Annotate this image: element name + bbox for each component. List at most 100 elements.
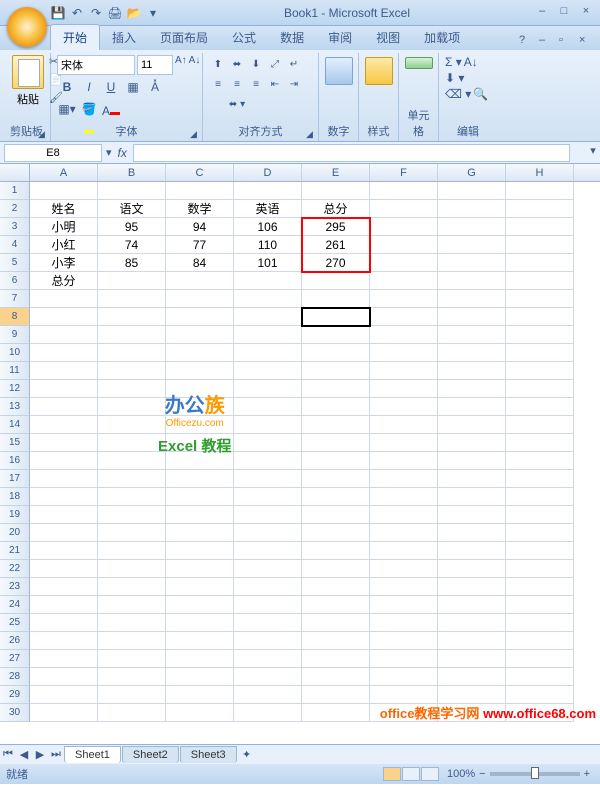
- row-header-5[interactable]: 5: [0, 254, 30, 272]
- tab-review[interactable]: 审阅: [316, 25, 364, 50]
- col-header-D[interactable]: D: [234, 164, 302, 181]
- cell-A24[interactable]: [30, 596, 98, 614]
- cell-A22[interactable]: [30, 560, 98, 578]
- cell-B18[interactable]: [98, 488, 166, 506]
- cell-D3[interactable]: 106: [234, 218, 302, 236]
- tab-view[interactable]: 视图: [364, 25, 412, 50]
- close-button[interactable]: ×: [577, 5, 595, 21]
- cell-B24[interactable]: [98, 596, 166, 614]
- cell-E8[interactable]: [302, 308, 370, 326]
- cell-F3[interactable]: [370, 218, 438, 236]
- clear-icon[interactable]: ⌫ ▾: [445, 87, 471, 101]
- cell-A7[interactable]: [30, 290, 98, 308]
- row-header-10[interactable]: 10: [0, 344, 30, 362]
- cell-G19[interactable]: [438, 506, 506, 524]
- cell-G17[interactable]: [438, 470, 506, 488]
- cell-G6[interactable]: [438, 272, 506, 290]
- cell-C28[interactable]: [166, 668, 234, 686]
- cell-H11[interactable]: [506, 362, 574, 380]
- row-header-2[interactable]: 2: [0, 200, 30, 218]
- cell-H17[interactable]: [506, 470, 574, 488]
- cell-G2[interactable]: [438, 200, 506, 218]
- cell-F13[interactable]: [370, 398, 438, 416]
- cell-C7[interactable]: [166, 290, 234, 308]
- cell-F23[interactable]: [370, 578, 438, 596]
- cell-F5[interactable]: [370, 254, 438, 272]
- cell-F21[interactable]: [370, 542, 438, 560]
- col-header-H[interactable]: H: [506, 164, 574, 181]
- row-header-29[interactable]: 29: [0, 686, 30, 704]
- cell-A9[interactable]: [30, 326, 98, 344]
- cell-D23[interactable]: [234, 578, 302, 596]
- cell-G28[interactable]: [438, 668, 506, 686]
- paste-button[interactable]: 粘贴: [9, 55, 47, 105]
- cell-F4[interactable]: [370, 236, 438, 254]
- cell-A13[interactable]: [30, 398, 98, 416]
- cell-C19[interactable]: [166, 506, 234, 524]
- zoom-slider[interactable]: [490, 772, 580, 776]
- cell-F17[interactable]: [370, 470, 438, 488]
- cell-H5[interactable]: [506, 254, 574, 272]
- expand-formula-bar-icon[interactable]: ▾: [586, 144, 600, 162]
- cell-A12[interactable]: [30, 380, 98, 398]
- cell-D6[interactable]: [234, 272, 302, 290]
- orientation-icon[interactable]: ⤢: [266, 55, 284, 73]
- fill-icon[interactable]: ⬇ ▾: [445, 71, 464, 85]
- cell-E11[interactable]: [302, 362, 370, 380]
- cell-G26[interactable]: [438, 632, 506, 650]
- cell-D14[interactable]: [234, 416, 302, 434]
- cell-B7[interactable]: [98, 290, 166, 308]
- cell-C6[interactable]: [166, 272, 234, 290]
- cell-E1[interactable]: [302, 182, 370, 200]
- row-header-3[interactable]: 3: [0, 218, 30, 236]
- cell-E6[interactable]: [302, 272, 370, 290]
- row-header-11[interactable]: 11: [0, 362, 30, 380]
- cell-D16[interactable]: [234, 452, 302, 470]
- cell-E27[interactable]: [302, 650, 370, 668]
- cell-C23[interactable]: [166, 578, 234, 596]
- cell-C5[interactable]: 84: [166, 254, 234, 272]
- cell-G9[interactable]: [438, 326, 506, 344]
- cell-C20[interactable]: [166, 524, 234, 542]
- cell-C30[interactable]: [166, 704, 234, 722]
- cell-A6[interactable]: 总分: [30, 272, 98, 290]
- cell-D19[interactable]: [234, 506, 302, 524]
- cell-B1[interactable]: [98, 182, 166, 200]
- cell-H20[interactable]: [506, 524, 574, 542]
- cell-E3[interactable]: 295: [302, 218, 370, 236]
- cell-H28[interactable]: [506, 668, 574, 686]
- cell-A25[interactable]: [30, 614, 98, 632]
- cell-E26[interactable]: [302, 632, 370, 650]
- namebox-dropdown-icon[interactable]: ▾: [106, 146, 112, 159]
- sheet-tab-2[interactable]: Sheet2: [122, 746, 179, 763]
- cell-D12[interactable]: [234, 380, 302, 398]
- cell-E29[interactable]: [302, 686, 370, 704]
- cell-B9[interactable]: [98, 326, 166, 344]
- page-break-view-icon[interactable]: [421, 767, 439, 781]
- cell-G18[interactable]: [438, 488, 506, 506]
- add-sheet-icon[interactable]: ✦: [238, 748, 256, 761]
- autosum-icon[interactable]: Σ ▾: [445, 55, 462, 69]
- col-header-A[interactable]: A: [30, 164, 98, 181]
- tab-insert[interactable]: 插入: [100, 25, 148, 50]
- cell-E4[interactable]: 261: [302, 236, 370, 254]
- cell-G12[interactable]: [438, 380, 506, 398]
- cell-A5[interactable]: 小李: [30, 254, 98, 272]
- redo-icon[interactable]: ↷: [88, 5, 104, 21]
- cell-D15[interactable]: [234, 434, 302, 452]
- cell-H22[interactable]: [506, 560, 574, 578]
- cell-F6[interactable]: [370, 272, 438, 290]
- cell-G8[interactable]: [438, 308, 506, 326]
- cell-H14[interactable]: [506, 416, 574, 434]
- find-icon[interactable]: 🔍: [473, 87, 488, 101]
- cell-G21[interactable]: [438, 542, 506, 560]
- cell-B25[interactable]: [98, 614, 166, 632]
- cell-H16[interactable]: [506, 452, 574, 470]
- alignment-launcher-icon[interactable]: ◢: [306, 129, 316, 139]
- align-middle-icon[interactable]: ⬌: [228, 55, 246, 73]
- zoom-level[interactable]: 100%: [447, 768, 475, 780]
- select-all-corner[interactable]: [0, 164, 30, 181]
- row-header-21[interactable]: 21: [0, 542, 30, 560]
- cell-A21[interactable]: [30, 542, 98, 560]
- cell-C2[interactable]: 数学: [166, 200, 234, 218]
